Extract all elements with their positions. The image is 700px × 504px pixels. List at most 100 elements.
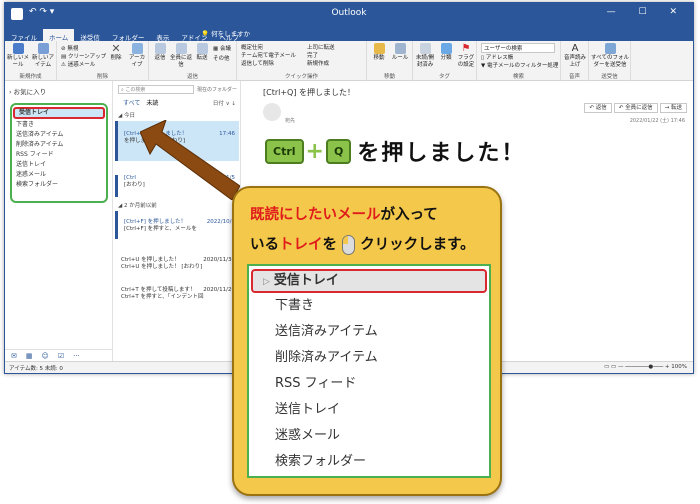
send-receive-all-button[interactable]: すべてのフォルダーを送受信 bbox=[591, 43, 629, 68]
archive-button[interactable]: アーカイブ bbox=[127, 43, 147, 68]
filter-email-button[interactable]: ▼ 電子メールのフィルター処理 bbox=[481, 61, 558, 69]
rules-icon bbox=[394, 43, 406, 54]
people-icon[interactable]: ☺ bbox=[42, 352, 49, 360]
read-aloud-button[interactable]: A 音声読み上げ bbox=[563, 43, 587, 68]
callout-text-part: いる bbox=[250, 237, 279, 253]
zoom-folder-deleted[interactable]: 削除済みアイテム bbox=[249, 345, 489, 371]
message-preview: Ctrl+T を押すと、「インデント回 bbox=[121, 294, 204, 300]
reply-button[interactable]: 返信 bbox=[151, 43, 169, 62]
group-send-receive: すべてのフォルダーを送受信 送受信 bbox=[589, 41, 631, 81]
message-item[interactable]: Ctrl+U を押しました！ 2020/11/30 Ctrl+U を押しました！… bbox=[115, 257, 239, 277]
archive-icon bbox=[131, 43, 143, 54]
group-label-move: 移動 bbox=[383, 74, 395, 80]
folder-outbox[interactable]: 送信トレイ bbox=[12, 160, 106, 170]
title-bar: ↶ ↷ ▾ Outlook — ☐ ✕ bbox=[5, 3, 693, 25]
zoom-folder-sent[interactable]: 送信済みアイテム bbox=[249, 319, 489, 345]
tell-me-search[interactable]: 💡 何をしますか bbox=[201, 28, 250, 38]
quick-step-1[interactable]: 概定仕宛 bbox=[241, 43, 263, 51]
zoom-folder-inbox[interactable]: ▷ 受信トレイ bbox=[251, 269, 487, 293]
callout-text: 既読にしたいメールが入って いるトレイを クリックします。 bbox=[250, 200, 490, 260]
flag-icon: ⚑ bbox=[461, 43, 471, 54]
reply-icon bbox=[154, 43, 166, 54]
group-quick-steps: 概定仕宛 チーム宛て電子メール 返信して削除 上司に転送 完了 新規作成 クイッ… bbox=[237, 41, 367, 81]
quick-step-4[interactable]: 上司に転送 bbox=[307, 43, 335, 51]
group-move: 移動 ルール 移動 bbox=[367, 41, 413, 81]
group-header-today[interactable]: ◢ 今日 bbox=[118, 111, 135, 119]
reply-all-icon bbox=[175, 43, 187, 54]
reply-all-action-button[interactable]: ↶ 全員に返信 bbox=[613, 103, 658, 113]
rules-button[interactable]: ルール bbox=[390, 43, 410, 62]
follow-up-button[interactable]: ⚑ フラグの設定 bbox=[456, 43, 476, 68]
reply-all-button[interactable]: 全員に返信 bbox=[170, 43, 192, 68]
ignore-button[interactable]: ⊘ 無視 bbox=[61, 44, 78, 52]
reply-action-button[interactable]: ↶ 返信 bbox=[584, 103, 612, 113]
expand-triangle-icon: ▷ bbox=[263, 277, 270, 287]
folder-search[interactable]: 検索フォルダー bbox=[12, 180, 106, 190]
forward-action-button[interactable]: → 転送 bbox=[659, 103, 687, 113]
tasks-icon[interactable]: ☑ bbox=[58, 352, 64, 360]
message-date: 2020/11/30 bbox=[203, 257, 235, 263]
group-label-tags: タグ bbox=[438, 74, 450, 80]
address-book-button[interactable]: ▯ アドレス帳 bbox=[481, 53, 513, 61]
status-item-count: アイテム数: 5 未読: 0 bbox=[9, 366, 63, 372]
new-mail-button[interactable]: 新しいメール bbox=[7, 43, 29, 68]
avatar bbox=[263, 103, 281, 121]
filter-unread[interactable]: 未読 bbox=[146, 100, 158, 107]
message-date: 2022/10/8 bbox=[206, 219, 235, 225]
meeting-icon: ▦ bbox=[213, 46, 220, 52]
new-item-button[interactable]: 新しいアイテム bbox=[31, 43, 55, 68]
new-item-icon bbox=[37, 43, 49, 54]
move-button[interactable]: 移動 bbox=[369, 43, 389, 62]
junk-button[interactable]: ⚠ 迷惑メール bbox=[61, 60, 95, 68]
group-new: 新しいメール 新しいアイテム 新規作成 bbox=[5, 41, 57, 81]
group-label-new: 新規作成 bbox=[19, 74, 42, 80]
folder-sent[interactable]: 送信済みアイテム bbox=[12, 130, 106, 140]
reading-date: 2022/01/22 (土) 17:46 bbox=[629, 118, 685, 124]
unread-read-button[interactable]: 未読/開封済み bbox=[414, 43, 436, 68]
folder-deleted[interactable]: 削除済みアイテム bbox=[12, 140, 106, 150]
more-respond-button[interactable]: その他 bbox=[213, 54, 230, 62]
quick-step-5[interactable]: 完了 bbox=[307, 51, 318, 59]
sort-dropdown[interactable]: 日付 ∨ ↓ bbox=[213, 99, 236, 107]
ribbon: 新しいメール 新しいアイテム 新規作成 ⊘ 無視 ▤ クリーンアップ ⚠ 迷惑メ… bbox=[5, 41, 693, 81]
cleanup-button[interactable]: ▤ クリーンアップ bbox=[61, 52, 106, 60]
folder-rss[interactable]: RSS フィード bbox=[12, 150, 106, 160]
mail-icon[interactable]: ✉ bbox=[11, 352, 17, 360]
search-people-input[interactable]: ユーザーの検索 bbox=[481, 43, 555, 53]
move-folder-icon bbox=[373, 43, 385, 54]
calendar-icon[interactable]: ▦ bbox=[26, 352, 33, 360]
group-label-send-receive: 送受信 bbox=[601, 74, 618, 80]
favorites-header[interactable]: › お気に入り bbox=[9, 86, 46, 96]
group-header-older[interactable]: ◢ 2 か月前以前 bbox=[118, 201, 157, 209]
folder-junk[interactable]: 迷惑メール bbox=[12, 170, 106, 180]
delete-button[interactable]: ✕ 削除 bbox=[107, 43, 125, 62]
categorize-button[interactable]: 分類 bbox=[437, 43, 455, 62]
message-filters: すべて 未読 bbox=[123, 98, 158, 107]
quick-step-6[interactable]: 新規作成 bbox=[307, 59, 329, 67]
message-item[interactable]: Ctrl+T を押して投稿します！ 2020/11/20 Ctrl+T を押すと… bbox=[115, 287, 239, 307]
group-label-respond: 返信 bbox=[186, 74, 198, 80]
zoom-control[interactable]: ▭ ▭ — ───────●─── + 100% bbox=[604, 364, 687, 370]
forward-icon bbox=[196, 43, 208, 54]
folder-drafts[interactable]: 下書き bbox=[12, 120, 106, 130]
folder-inbox[interactable]: 受信トレイ bbox=[13, 107, 105, 119]
zoom-folder-junk[interactable]: 迷惑メール bbox=[249, 423, 489, 449]
message-date: 2020/11/20 bbox=[203, 287, 235, 293]
zoom-folder-search[interactable]: 検索フォルダー bbox=[249, 449, 489, 475]
more-icon[interactable]: ··· bbox=[73, 352, 80, 360]
filter-all[interactable]: すべて bbox=[123, 100, 140, 107]
message-search-input[interactable]: ⌕ この検索 bbox=[118, 85, 194, 94]
quick-step-2[interactable]: チーム宛て電子メール bbox=[241, 51, 296, 59]
envelope-open-icon bbox=[419, 43, 431, 54]
zoom-folder-rss[interactable]: RSS フィード bbox=[249, 371, 489, 397]
zoom-folder-outbox[interactable]: 送信トレイ bbox=[249, 397, 489, 423]
quick-step-3[interactable]: 返信して削除 bbox=[241, 59, 274, 67]
zoom-folder-drafts[interactable]: 下書き bbox=[249, 293, 489, 319]
message-item[interactable]: [Ctrl+F] を押しました！ 2022/10/8 [Ctrl+F] を押すと… bbox=[115, 211, 239, 239]
zoomed-folder-list: ▷ 受信トレイ 下書き 送信済みアイテム 削除済みアイテム RSS フィード 送信… bbox=[247, 264, 491, 478]
window-controls[interactable]: — ☐ ✕ bbox=[607, 7, 687, 17]
forward-button[interactable]: 転送 bbox=[193, 43, 211, 62]
pointer-arrow bbox=[140, 120, 240, 200]
meeting-button[interactable]: ▦ 会議 bbox=[213, 44, 231, 52]
search-scope-dropdown[interactable]: 現在のフォルダー bbox=[197, 86, 237, 93]
